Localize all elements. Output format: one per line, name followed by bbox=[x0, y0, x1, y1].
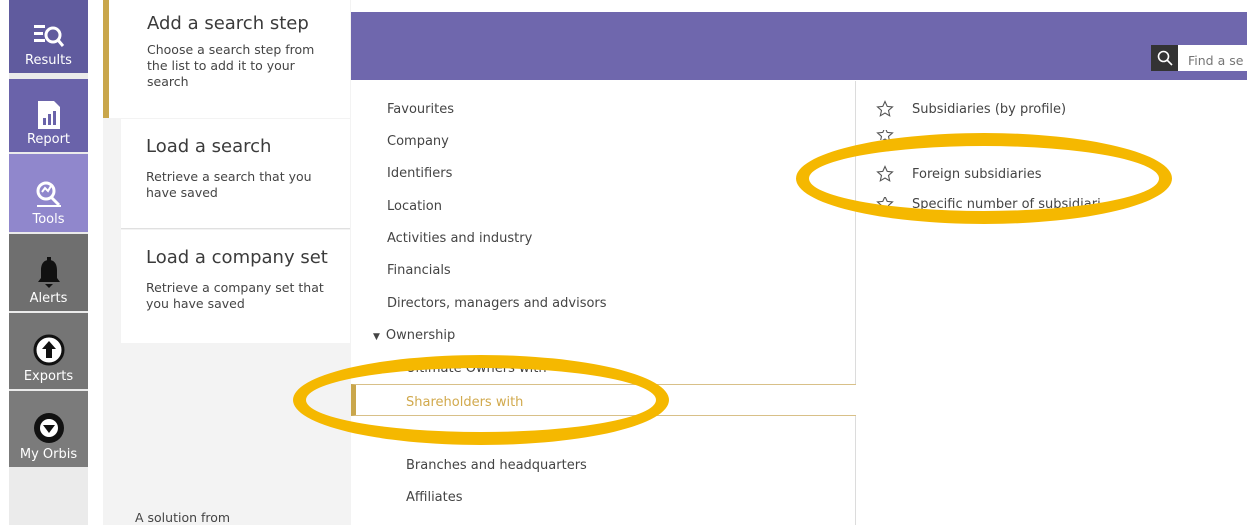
nav-report[interactable]: Report bbox=[9, 79, 88, 152]
solution-footer-text: A solution from bbox=[135, 510, 231, 525]
category-activities-industry[interactable]: Activities and industry bbox=[387, 231, 532, 246]
nav-exports[interactable]: Exports bbox=[9, 313, 88, 389]
export-upload-icon bbox=[33, 334, 64, 366]
nav-results-label: Results bbox=[25, 53, 72, 68]
report-icon bbox=[37, 101, 60, 129]
category-ownership-label: Ownership bbox=[385, 328, 456, 343]
add-search-step-desc: Choose a search step from the list to ad… bbox=[147, 42, 315, 89]
find-search-step-input[interactable] bbox=[1178, 45, 1247, 71]
nav-alerts-label: Alerts bbox=[29, 291, 68, 306]
ownership-branches-headquarters[interactable]: Branches and headquarters bbox=[406, 458, 587, 473]
highlight-ellipse-shareholders bbox=[293, 355, 669, 445]
nav-myorbis-label: My Orbis bbox=[19, 447, 78, 462]
results-list-icon bbox=[33, 25, 64, 47]
load-search-desc: Retrieve a search that you have saved bbox=[146, 169, 312, 200]
nav-tools[interactable]: Tools bbox=[9, 154, 88, 232]
category-favourites[interactable]: Favourites bbox=[387, 102, 454, 117]
add-search-step[interactable]: Add a search step Choose a search step f… bbox=[103, 0, 350, 118]
star-outline-icon bbox=[876, 100, 894, 117]
add-search-step-title: Add a search step bbox=[147, 13, 309, 34]
category-financials[interactable]: Financials bbox=[387, 263, 451, 278]
nav-myorbis[interactable]: My Orbis bbox=[9, 391, 88, 467]
option-subsidiaries-by-profile-label: Subsidiaries (by profile) bbox=[912, 101, 1067, 117]
orbis-logo-icon bbox=[33, 413, 64, 443]
expanded-caret-icon: ▼ bbox=[373, 332, 380, 342]
nav-tools-label: Tools bbox=[32, 212, 65, 227]
category-directors[interactable]: Directors, managers and advisors bbox=[387, 296, 607, 311]
bell-icon bbox=[37, 257, 60, 288]
tools-search-icon bbox=[36, 181, 61, 207]
search-button[interactable] bbox=[1151, 45, 1178, 71]
load-search-title: Load a search bbox=[146, 136, 272, 157]
option-subsidiaries-by-profile[interactable]: Subsidiaries (by profile) bbox=[876, 100, 1066, 118]
category-identifiers[interactable]: Identifiers bbox=[387, 166, 452, 181]
ownership-affiliates[interactable]: Affiliates bbox=[406, 490, 463, 505]
header-band bbox=[351, 12, 1247, 80]
nav-results[interactable]: Results bbox=[9, 0, 88, 73]
nav-report-label: Report bbox=[26, 132, 71, 147]
load-company-set-desc: Retrieve a company set that you have sav… bbox=[146, 280, 324, 311]
load-search-step[interactable]: Load a search Retrieve a search that you… bbox=[121, 119, 350, 229]
search-icon bbox=[1157, 50, 1173, 66]
category-company[interactable]: Company bbox=[387, 134, 449, 149]
category-ownership[interactable]: ▼ Ownership bbox=[373, 328, 455, 343]
nav-alerts[interactable]: Alerts bbox=[9, 234, 88, 311]
load-company-set-step[interactable]: Load a company set Retrieve a company se… bbox=[121, 230, 350, 343]
category-location[interactable]: Location bbox=[387, 199, 442, 214]
nav-exports-label: Exports bbox=[23, 369, 74, 384]
highlight-ellipse-foreign bbox=[796, 133, 1172, 224]
load-company-set-title: Load a company set bbox=[146, 247, 328, 268]
